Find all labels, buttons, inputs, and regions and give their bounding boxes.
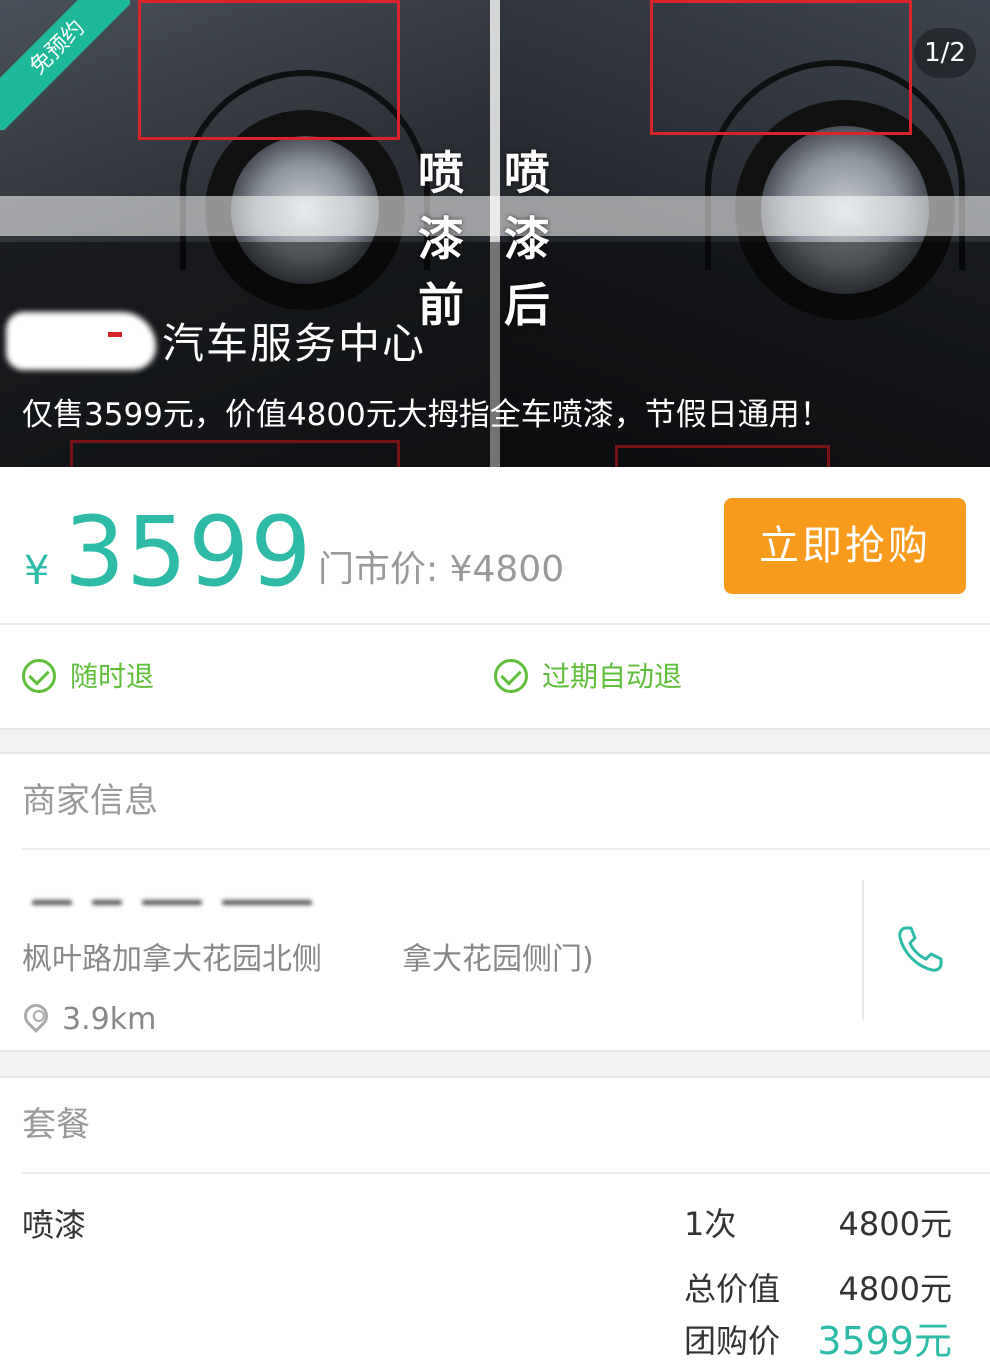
package-section-title: 套餐: [22, 1105, 90, 1145]
phone-icon[interactable]: [892, 922, 948, 978]
after-caption-char: 喷: [504, 146, 550, 200]
distance-value: 3.9km: [62, 1002, 157, 1037]
photo-counter: 1/2: [914, 28, 976, 78]
package-item-price: 4800元: [838, 1205, 952, 1243]
divider: [22, 1172, 990, 1174]
redacted-address-part: [322, 945, 402, 976]
original-price: 门市价: ¥4800: [318, 549, 565, 590]
package-item-row: 1次 4800元: [0, 1199, 990, 1249]
promo-text: 仅售3599元，价值4800元大拇指全车喷漆，节假日通用！: [22, 397, 831, 433]
total-value-label: 总价值: [684, 1270, 781, 1308]
after-caption-char: 后: [504, 278, 550, 332]
before-caption-char: 喷: [418, 146, 464, 200]
total-value: 4800元: [838, 1270, 952, 1308]
before-caption: 喷 漆 前: [418, 140, 464, 338]
buy-now-button[interactable]: 立即抢购: [724, 498, 966, 594]
refund-anytime: 随时退: [22, 657, 322, 697]
package-item-quantity: 1次: [684, 1205, 737, 1243]
redacted-shop-prefix: [6, 312, 156, 370]
image-watermark: [0, 196, 990, 236]
section-gap: [0, 728, 990, 754]
section-gap: [0, 1050, 990, 1078]
deal-photo-carousel[interactable]: 喷 漆 前 喷 漆 后 免预约 1/2 汽车服务中心 仅售3599元，价值480…: [0, 0, 990, 467]
address-start: 枫叶路加拿大花园北侧: [22, 942, 322, 977]
redaction-mark: [108, 332, 122, 337]
group-price-label: 团购价: [684, 1322, 781, 1360]
vertical-divider: [862, 880, 864, 1020]
redacted-merchant-name: [22, 890, 322, 918]
deal-price: 3599: [64, 496, 313, 608]
location-pin-icon: [19, 999, 53, 1033]
no-reservation-badge: 免预约: [0, 0, 130, 130]
divider: [22, 848, 990, 850]
address-end: 拿大花园侧门): [402, 942, 594, 977]
package-total-row: 总价值 4800元: [0, 1264, 990, 1314]
check-circle-icon: [22, 659, 56, 693]
refund-anytime-label: 随时退: [70, 660, 155, 693]
merchant-section-title: 商家信息: [22, 781, 158, 821]
badge-label: 免预约: [0, 0, 130, 130]
check-circle-icon: [494, 659, 528, 693]
refund-on-expiry: 过期自动退: [494, 657, 794, 697]
refund-on-expiry-label: 过期自动退: [542, 660, 683, 693]
shop-name: 汽车服务中心: [162, 319, 427, 368]
package-group-price-row: 团购价 3599元: [0, 1316, 990, 1366]
after-caption: 喷 漆 后: [504, 140, 550, 338]
currency-symbol: ¥: [24, 548, 50, 594]
group-price-value: 3599元: [817, 1319, 952, 1363]
price-bar: ¥ 3599 门市价: ¥4800 立即抢购: [0, 467, 990, 623]
refund-policy: 随时退 过期自动退: [0, 625, 990, 728]
merchant-address[interactable]: 枫叶路加拿大花园北侧 拿大花园侧门): [22, 938, 594, 982]
after-caption-char: 漆: [504, 212, 550, 266]
before-caption-char: 漆: [418, 212, 464, 266]
